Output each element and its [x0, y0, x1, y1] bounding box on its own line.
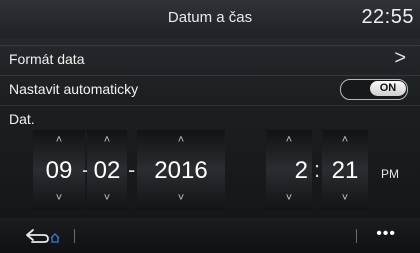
minute-spinner[interactable]: ˄ 21 ˅ [322, 130, 368, 210]
minute-down-arrow-icon[interactable]: ˅ [322, 192, 368, 204]
year-up-arrow-icon[interactable]: ˄ [137, 134, 225, 146]
date-time-screen: Datum a čas 22:55 Formát data > Nastavit… [0, 0, 420, 253]
back-home-button[interactable] [22, 225, 64, 247]
clock: 22:55 [361, 6, 414, 28]
month-up-arrow-icon[interactable]: ˄ [87, 134, 127, 146]
divider [356, 229, 357, 243]
year-spinner[interactable]: ˄ 2016 ˅ [137, 130, 225, 210]
hour-down-arrow-icon[interactable]: ˅ [266, 192, 312, 204]
month-down-arrow-icon[interactable]: ˅ [87, 192, 127, 204]
more-options-button[interactable]: ••• [376, 225, 396, 243]
hour-up-arrow-icon[interactable]: ˄ [266, 134, 312, 146]
back-arrow-home-icon [26, 229, 60, 243]
date-separator: - [128, 157, 136, 182]
day-up-arrow-icon[interactable]: ˄ [33, 134, 85, 146]
date-label: Dat. [9, 111, 35, 127]
day-down-arrow-icon[interactable]: ˅ [33, 192, 85, 204]
chevron-right-icon: > [394, 47, 406, 69]
date-format-label: Formát data [9, 51, 85, 67]
hour-value: 2 [294, 157, 308, 184]
bottom-bar: ••• [0, 218, 420, 253]
day-spinner[interactable]: ˄ 09 ˅ [33, 130, 85, 210]
hour-spinner[interactable]: ˄ 2 ˅ [266, 130, 312, 210]
time-separator: : [314, 157, 321, 182]
month-value: 02 [93, 157, 121, 184]
day-value: 09 [45, 157, 73, 184]
page-title: Datum a čas [167, 9, 253, 26]
minute-value: 21 [331, 157, 359, 184]
year-value: 2016 [154, 157, 208, 184]
divider [74, 229, 75, 243]
year-down-arrow-icon[interactable]: ˅ [137, 192, 225, 204]
date-format-row[interactable]: Formát data > [0, 45, 420, 73]
auto-set-row: Nastavit automaticky ON [0, 75, 420, 103]
auto-set-toggle[interactable]: ON [340, 79, 408, 100]
header-bar: Datum a čas 22:55 [0, 0, 420, 38]
month-spinner[interactable]: ˄ 02 ˅ [87, 130, 127, 210]
auto-set-label: Nastavit automaticky [9, 81, 139, 97]
date-row: Dat. [0, 105, 420, 130]
am-pm-indicator[interactable]: PM [381, 167, 399, 181]
toggle-state: ON [370, 81, 406, 96]
minute-up-arrow-icon[interactable]: ˄ [322, 134, 368, 146]
